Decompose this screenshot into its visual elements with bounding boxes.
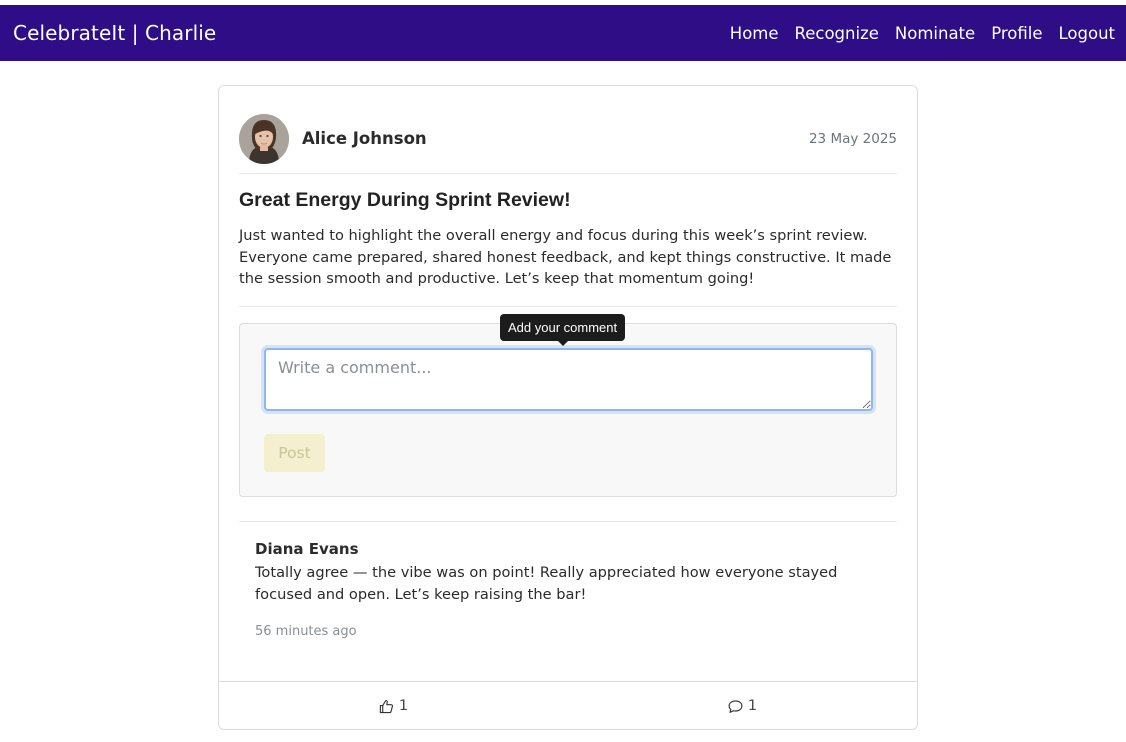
nav-link-nominate[interactable]: Nominate — [895, 24, 975, 43]
comment-item: Diana Evans Totally agree — the vibe was… — [255, 540, 875, 639]
post-comment-button[interactable]: Post — [264, 434, 325, 472]
divider — [239, 306, 897, 307]
nav-link-home[interactable]: Home — [730, 24, 779, 43]
post-body: Just wanted to highlight the overall ene… — [239, 227, 892, 287]
thumbs-up-icon — [379, 699, 393, 713]
post-header: Alice Johnson 23 May 2025 — [239, 114, 897, 174]
recognition-card: Alice Johnson 23 May 2025 Great Energy D… — [218, 85, 918, 730]
speech-bubble-icon — [728, 699, 743, 713]
comment-count-button[interactable]: 1 — [568, 682, 917, 730]
comment-author[interactable]: Diana Evans — [255, 540, 875, 558]
brand-title[interactable]: CelebrateIt | Charlie — [13, 21, 216, 45]
comment-timestamp: 56 minutes ago — [255, 624, 357, 639]
like-button[interactable]: 1 — [219, 682, 568, 730]
post-title: Great Energy During Sprint Review! — [239, 189, 571, 211]
navbar: CelebrateIt | Charlie Home Recognize Nom… — [0, 5, 1126, 61]
comment-text: Totally agree — the vibe was on point! R… — [255, 564, 838, 603]
comment-count: 1 — [747, 698, 758, 714]
comment-form: Post — [239, 323, 897, 497]
nav-link-profile[interactable]: Profile — [991, 24, 1042, 43]
post-actions: 1 1 — [219, 681, 917, 730]
comment-input[interactable] — [264, 348, 873, 411]
comment-tooltip: Add your comment — [500, 314, 626, 346]
like-count: 1 — [398, 698, 409, 714]
post-author[interactable]: Alice Johnson — [302, 129, 427, 148]
divider — [239, 521, 897, 522]
nav-link-recognize[interactable]: Recognize — [795, 24, 879, 43]
post-date: 23 May 2025 — [808, 131, 897, 147]
nav-link-logout[interactable]: Logout — [1059, 24, 1116, 43]
avatar — [239, 114, 289, 164]
nav-links: Home Recognize Nominate Profile Logout — [714, 24, 1115, 43]
avatar-portrait-icon — [239, 114, 289, 164]
